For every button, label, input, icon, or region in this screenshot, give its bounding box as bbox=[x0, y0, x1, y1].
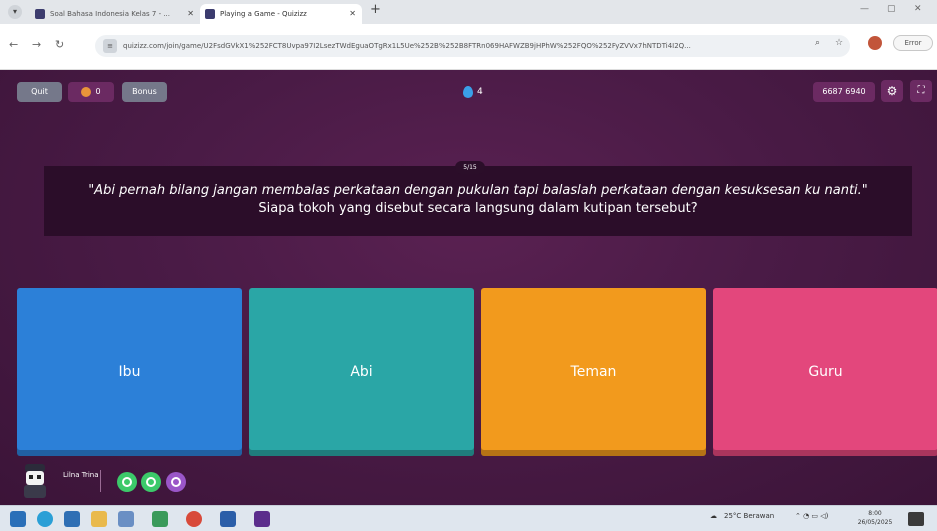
minimize-icon[interactable]: — bbox=[860, 4, 869, 14]
question-text: Siapa tokoh yang disebut secara langsung… bbox=[258, 201, 698, 216]
tab-search-icon[interactable]: ▾ bbox=[8, 5, 22, 19]
weather-icon[interactable]: ☁ bbox=[710, 512, 717, 520]
powerup-2-icon[interactable] bbox=[141, 472, 161, 492]
powerup-3-icon[interactable] bbox=[166, 472, 186, 492]
question-counter: 5/15 bbox=[455, 161, 485, 174]
forward-arrow-icon[interactable]: → bbox=[32, 38, 41, 51]
game-area: Quit 0 Bonus 4 6687 6940 ⚙ ⛶ "Abi pernah… bbox=[0, 70, 937, 505]
browser-tab-1[interactable]: Soal Bahasa Indonesia Kelas 7 - ... ✕ bbox=[30, 4, 200, 24]
answer-label: Abi bbox=[350, 364, 373, 380]
quizizz-favicon-icon bbox=[205, 9, 215, 19]
quit-button[interactable]: Quit bbox=[17, 82, 62, 102]
word-icon[interactable] bbox=[220, 511, 236, 527]
answer-options: Ibu Abi Teman Guru bbox=[17, 288, 937, 456]
windows-start-icon[interactable] bbox=[10, 511, 26, 527]
coin-icon bbox=[81, 86, 92, 97]
notification-icon[interactable] bbox=[908, 512, 924, 526]
answer-label: Guru bbox=[808, 364, 843, 380]
close-window-icon[interactable]: ✕ bbox=[914, 4, 922, 14]
answer-option-2[interactable]: Abi bbox=[249, 288, 474, 456]
clock-date: 26/05/2025 bbox=[857, 519, 893, 526]
answer-label: Ibu bbox=[118, 364, 141, 380]
close-tab-icon[interactable]: ✕ bbox=[349, 4, 356, 24]
system-clock[interactable]: 8:00 26/05/2025 bbox=[857, 509, 893, 527]
answer-option-1[interactable]: Ibu bbox=[17, 288, 242, 456]
clock-time: 8:00 bbox=[868, 510, 882, 517]
question-quote: "Abi pernah bilang jangan membalas perka… bbox=[88, 183, 868, 198]
reload-icon[interactable]: ↻ bbox=[55, 38, 64, 51]
answer-label: Teman bbox=[570, 364, 617, 380]
answer-option-4[interactable]: Guru bbox=[713, 288, 937, 456]
quizizz-favicon-icon bbox=[35, 9, 45, 19]
tab-title: Playing a Game - Quizizz bbox=[220, 10, 307, 18]
browser-tab-strip: ▾ Soal Bahasa Indonesia Kelas 7 - ... ✕ … bbox=[0, 0, 937, 24]
coins-badge: 0 bbox=[68, 82, 114, 102]
address-bar[interactable]: ≡ quizizz.com/join/game/U2FsdGVkX1%252FC… bbox=[95, 35, 850, 57]
error-button[interactable]: Error bbox=[893, 35, 933, 51]
player-name: Lilna Trina bbox=[63, 471, 99, 479]
taskbar-app-icon[interactable] bbox=[152, 511, 168, 527]
maximize-icon[interactable]: ▢ bbox=[887, 4, 896, 14]
streak-count: 4 bbox=[477, 87, 483, 97]
streak-indicator: 4 bbox=[463, 82, 483, 102]
taskbar-app-icon[interactable] bbox=[118, 511, 134, 527]
file-explorer-icon[interactable] bbox=[91, 511, 107, 527]
question-box: "Abi pernah bilang jangan membalas perka… bbox=[44, 166, 912, 236]
store-icon[interactable] bbox=[64, 511, 80, 527]
weather-text[interactable]: 25°C Berawan bbox=[724, 512, 774, 520]
divider bbox=[100, 470, 101, 492]
new-tab-plus-icon[interactable]: + bbox=[370, 2, 381, 17]
fullscreen-icon[interactable]: ⛶ bbox=[910, 80, 932, 102]
browser-tab-2[interactable]: Playing a Game - Quizizz ✕ bbox=[200, 4, 362, 24]
windows-taskbar: ☁ 25°C Berawan ⌃ ◔ ▭ ◁) 8:00 26/05/2025 bbox=[0, 505, 937, 531]
chrome-icon[interactable] bbox=[186, 511, 202, 527]
back-arrow-icon[interactable]: ← bbox=[9, 38, 18, 51]
close-tab-icon[interactable]: ✕ bbox=[187, 4, 194, 24]
water-drop-icon bbox=[463, 85, 473, 98]
coins-count: 0 bbox=[95, 87, 101, 96]
edge-icon[interactable] bbox=[37, 511, 53, 527]
profile-avatar[interactable] bbox=[868, 36, 882, 50]
zoom-icon[interactable]: ⌕ bbox=[815, 38, 820, 48]
url-text[interactable]: quizizz.com/join/game/U2FsdGVkX1%252FCT8… bbox=[123, 35, 803, 57]
score-display: 6687 6940 bbox=[813, 82, 875, 102]
site-info-icon[interactable]: ≡ bbox=[103, 39, 117, 53]
bookmark-star-icon[interactable]: ☆ bbox=[835, 38, 843, 48]
tray-icons[interactable]: ⌃ ◔ ▭ ◁) bbox=[795, 512, 828, 520]
player-avatar bbox=[24, 464, 46, 498]
canva-icon[interactable] bbox=[254, 511, 270, 527]
settings-gear-icon[interactable]: ⚙ bbox=[881, 80, 903, 102]
browser-toolbar: ← → ↻ ≡ quizizz.com/join/game/U2FsdGVkX1… bbox=[0, 24, 937, 70]
tab-title: Soal Bahasa Indonesia Kelas 7 - ... bbox=[50, 10, 171, 18]
bonus-button[interactable]: Bonus bbox=[122, 82, 167, 102]
answer-option-3[interactable]: Teman bbox=[481, 288, 706, 456]
powerup-1-icon[interactable] bbox=[117, 472, 137, 492]
game-top-bar: Quit 0 Bonus 4 6687 6940 ⚙ ⛶ bbox=[0, 70, 937, 122]
